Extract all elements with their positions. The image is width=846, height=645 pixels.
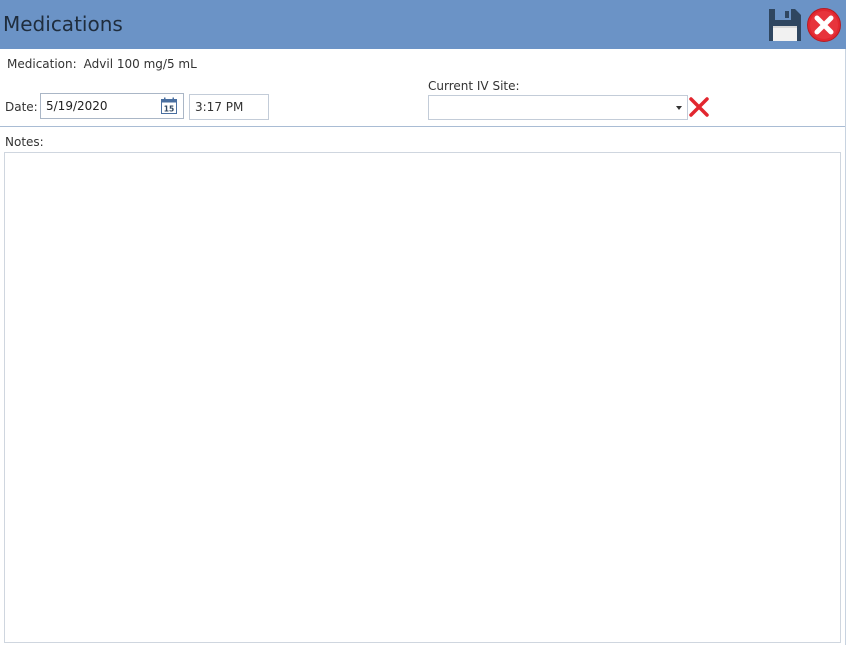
notes-label: Notes: bbox=[5, 135, 44, 149]
medications-window: Medications Medication: Advil 100 mg/5 mL… bbox=[0, 0, 846, 645]
window-title: Medications bbox=[3, 12, 123, 36]
time-value[interactable]: 3:17 PM bbox=[195, 100, 243, 114]
chevron-down-icon[interactable] bbox=[676, 106, 682, 110]
save-button[interactable] bbox=[767, 7, 803, 43]
medication-label: Medication: bbox=[7, 57, 77, 71]
calendar-icon[interactable]: 15 bbox=[160, 97, 178, 115]
time-input[interactable]: 3:17 PM bbox=[189, 94, 269, 120]
iv-site-dropdown[interactable] bbox=[428, 95, 688, 120]
notes-textarea[interactable] bbox=[4, 152, 841, 643]
clear-x-icon[interactable] bbox=[688, 96, 710, 118]
date-label: Date: bbox=[5, 100, 38, 114]
calendar-day: 15 bbox=[164, 105, 174, 114]
title-bar: Medications bbox=[0, 0, 846, 49]
close-circle-icon bbox=[807, 8, 841, 42]
floppy-disk-icon bbox=[769, 9, 801, 41]
close-button[interactable] bbox=[806, 7, 842, 43]
iv-site-label: Current IV Site: bbox=[428, 79, 520, 93]
date-value[interactable]: 5/19/2020 bbox=[46, 99, 108, 113]
medication-line: Medication: Advil 100 mg/5 mL bbox=[7, 57, 197, 71]
medication-value: Advil 100 mg/5 mL bbox=[83, 57, 197, 71]
date-picker[interactable]: 5/19/2020 15 bbox=[40, 93, 184, 119]
section-divider bbox=[0, 126, 845, 127]
